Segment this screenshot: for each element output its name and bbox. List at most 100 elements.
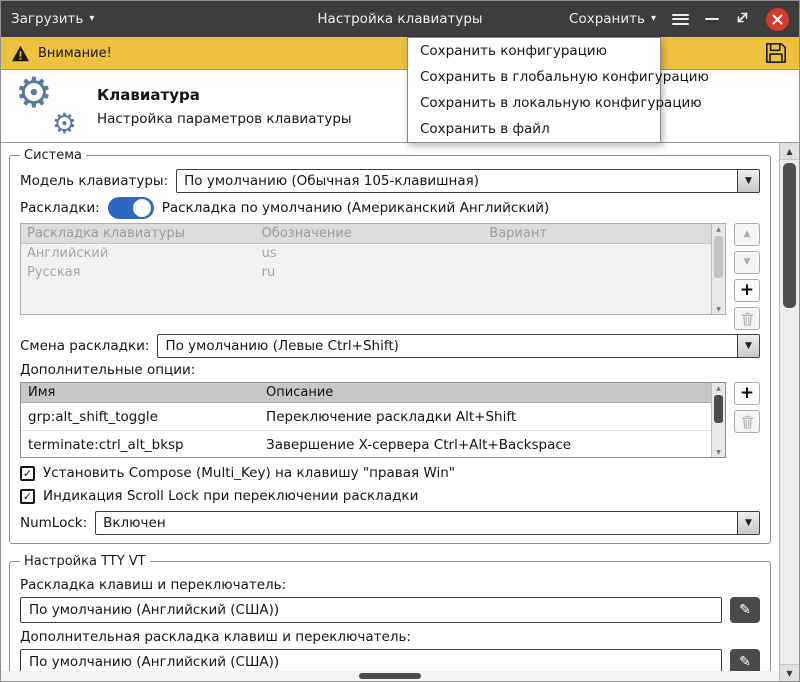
close-button[interactable] (766, 8, 789, 31)
toggle-knob (133, 199, 151, 217)
delete-option-button[interactable] (734, 410, 760, 433)
vertical-scrollbar-thumb[interactable] (783, 163, 796, 308)
check-icon: ✓ (23, 467, 32, 480)
move-down-button[interactable]: ▼ (734, 251, 760, 274)
quick-save-button[interactable] (763, 40, 789, 66)
switch-combo-button[interactable]: ▼ (737, 335, 759, 357)
dropdown-arrow-icon: ▼ (745, 176, 752, 186)
caret-down-icon: ▾ (651, 14, 656, 24)
add-icon: + (740, 385, 754, 402)
warning-icon (11, 45, 30, 62)
add-layout-button[interactable]: + (734, 279, 760, 302)
menu-item-save-config[interactable]: Сохранить конфигурацию (408, 38, 660, 64)
keyboard-app-icon: ⚙ ⚙ (13, 76, 79, 136)
add-icon: + (740, 282, 754, 299)
scroll-up-icon: ▲ (786, 147, 792, 156)
switch-combo-value: По умолчанию (Левые Ctrl+Shift) (158, 335, 737, 357)
layouts-toggle-description: Раскладка по умолчанию (Американский Анг… (162, 200, 550, 216)
pencil-icon: ✎ (739, 602, 751, 618)
layouts-table-scrollbar[interactable]: ▲ ▼ (711, 224, 725, 314)
options-table[interactable]: Имя Описание grp:alt_shift_toggle Перекл… (20, 382, 726, 458)
switch-combobox[interactable]: По умолчанию (Левые Ctrl+Shift) ▼ (157, 334, 760, 358)
scroll-down-icon: ▼ (716, 306, 721, 313)
layouts-table-header: Раскладка клавиатуры Обозначение Вариант (21, 224, 711, 244)
tty-legend: Настройка TTY VT (20, 554, 150, 569)
system-fieldset: Система Модель клавиатуры: По умолчанию … (9, 148, 771, 544)
save-dropdown-menu: Сохранить конфигурацию Сохранить в глоба… (407, 37, 661, 143)
trash-icon (741, 415, 754, 429)
scrollbar-thumb[interactable] (714, 395, 723, 423)
warning-bar: Внимание! (1, 37, 799, 70)
save-button[interactable]: Сохранить ▾ (569, 11, 656, 27)
expand-icon (735, 10, 750, 25)
close-icon (772, 14, 783, 25)
default-layout-toggle[interactable] (108, 197, 154, 219)
menu-item-save-local-config[interactable]: Сохранить в локальную конфигурацию (408, 90, 660, 116)
scroll-up-button[interactable]: ▲ (780, 143, 799, 160)
tty-alt-layout-label: Дополнительная раскладка клавиш и перекл… (20, 629, 760, 645)
options-table-header: Имя Описание (21, 383, 711, 403)
gear-icon: ⚙ (52, 110, 77, 138)
table-row[interactable]: grp:alt_shift_toggle Переключение раскла… (21, 403, 711, 431)
minimize-icon (705, 18, 719, 20)
model-combo-button[interactable]: ▼ (737, 170, 759, 192)
main-content: Система Модель клавиатуры: По умолчанию … (1, 143, 779, 671)
numlock-label: NumLock: (20, 515, 87, 531)
table-row[interactable]: Русская ru (21, 263, 711, 282)
cell-option-name: terminate:ctrl_alt_bksp (21, 437, 259, 453)
scroll-up-icon: ▲ (716, 385, 721, 392)
horizontal-scrollbar-thumb[interactable] (359, 673, 421, 679)
edit-tty-layout-button[interactable]: ✎ (730, 597, 760, 623)
column-header: Раскладка клавиатуры (21, 226, 256, 241)
compose-checkbox[interactable]: ✓ (20, 466, 35, 481)
floppy-save-icon (763, 40, 789, 66)
numlock-combobox[interactable]: Включен ▼ (95, 511, 760, 535)
horizontal-scrollbar[interactable] (1, 671, 779, 681)
vertical-scrollbar[interactable]: ▲ ▼ (779, 143, 799, 681)
scroll-up-button[interactable]: ▲ (712, 224, 725, 234)
column-header: Описание (259, 385, 711, 400)
delete-layout-button[interactable] (734, 307, 760, 330)
scroll-down-button[interactable]: ▼ (780, 664, 799, 681)
scroll-up-button[interactable]: ▲ (712, 383, 725, 393)
scroll-down-button[interactable]: ▼ (712, 304, 725, 314)
add-option-button[interactable]: + (734, 382, 760, 405)
model-label: Модель клавиатуры: (20, 173, 168, 189)
compose-checkbox-label: Установить Compose (Multi_Key) на клавиш… (43, 465, 455, 481)
menu-item-save-to-file[interactable]: Сохранить в файл (408, 116, 660, 142)
dropdown-arrow-icon: ▼ (745, 341, 752, 351)
page-subtitle: Настройка параметров клавиатуры (97, 111, 352, 127)
menu-item-save-global-config[interactable]: Сохранить в глобальную конфигурацию (408, 64, 660, 90)
warning-label: Внимание! (38, 46, 112, 61)
tty-alt-layout-field[interactable] (20, 649, 722, 671)
cell-layout-code: ru (256, 265, 484, 280)
numlock-combo-value: Включен (96, 512, 737, 534)
scrollbar-thumb[interactable] (714, 236, 723, 278)
cell-option-description: Завершение X-сервера Ctrl+Alt+Backspace (259, 437, 711, 453)
column-header: Имя (21, 385, 259, 400)
scroll-down-icon: ▼ (716, 449, 721, 456)
table-row[interactable]: terminate:ctrl_alt_bksp Завершение X-сер… (21, 431, 711, 458)
layouts-table[interactable]: Раскладка клавиатуры Обозначение Вариант… (20, 223, 726, 315)
scroll-down-button[interactable]: ▼ (712, 447, 725, 457)
numlock-combo-button[interactable]: ▼ (737, 512, 759, 534)
options-table-scrollbar[interactable]: ▲ ▼ (711, 383, 725, 457)
table-row[interactable]: Английский us (21, 244, 711, 263)
load-button[interactable]: Загрузить ▾ (11, 11, 94, 27)
edit-tty-alt-layout-button[interactable]: ✎ (730, 649, 760, 671)
maximize-button[interactable] (735, 10, 750, 29)
check-icon: ✓ (23, 490, 32, 503)
caret-down-icon: ▾ (89, 14, 94, 24)
scrolllock-checkbox[interactable]: ✓ (20, 489, 35, 504)
cell-option-name: grp:alt_shift_toggle (21, 409, 259, 425)
move-up-button[interactable]: ▲ (734, 223, 760, 246)
cell-option-description: Переключение раскладки Alt+Shift (259, 409, 711, 425)
menu-button[interactable] (672, 14, 689, 25)
tty-layout-field[interactable] (20, 597, 722, 623)
dropdown-arrow-icon: ▼ (745, 518, 752, 528)
cell-layout-name: Английский (21, 246, 256, 261)
minimize-button[interactable] (705, 18, 719, 20)
page-title: Клавиатура (97, 86, 352, 104)
model-combobox[interactable]: По умолчанию (Обычная 105-клавишная) ▼ (176, 169, 760, 193)
titlebar: Настройка клавиатуры Загрузить ▾ Сохрани… (1, 1, 799, 37)
